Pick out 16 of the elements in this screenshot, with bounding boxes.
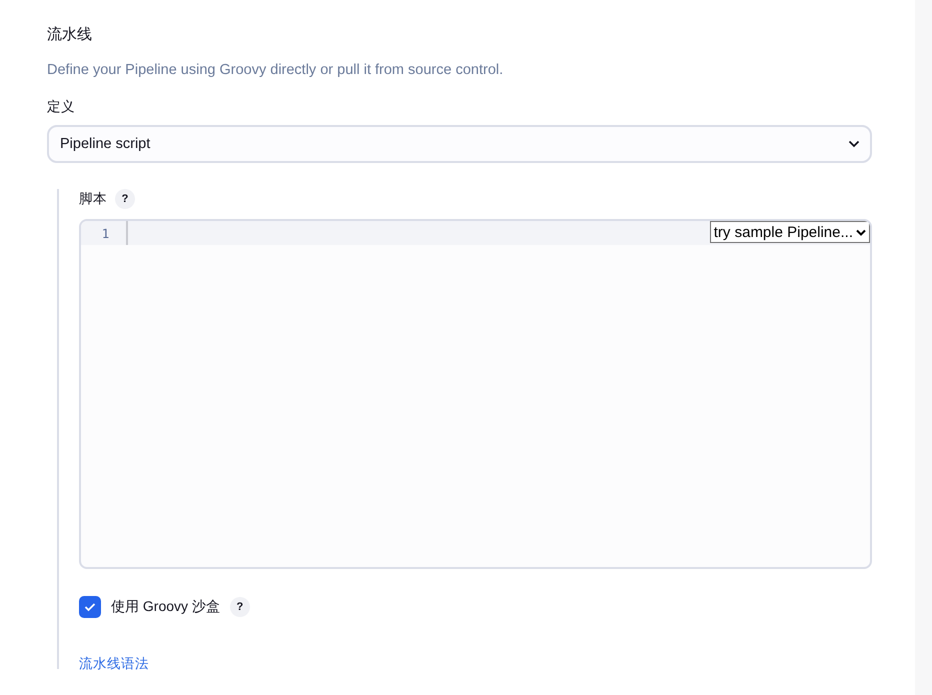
- field-label: 定义: [47, 98, 76, 116]
- chevron-down-icon: [848, 140, 860, 148]
- field-label: 脚本: [79, 190, 107, 208]
- chevron-down-icon: [856, 228, 866, 236]
- line-number: 1: [102, 226, 110, 240]
- sample-select[interactable]: try sample Pipeline...: [710, 221, 870, 243]
- checkbox-label: 使用 Groovy 沙盒: [111, 598, 220, 616]
- code-editor[interactable]: 1 try sample Pipeline...: [79, 219, 872, 569]
- help-button[interactable]: ?: [115, 189, 135, 209]
- syntax-link[interactable]: 流水线语法: [79, 655, 149, 673]
- section-description: Define your Pipeline using Groovy directly or pull it from source control.: [47, 61, 504, 80]
- checkmark-icon: [84, 602, 96, 612]
- section-title: 流水线: [47, 25, 93, 45]
- checkbox[interactable]: [79, 596, 101, 618]
- help-button[interactable]: ?: [230, 597, 250, 617]
- definition-select[interactable]: Pipeline script: [47, 125, 872, 163]
